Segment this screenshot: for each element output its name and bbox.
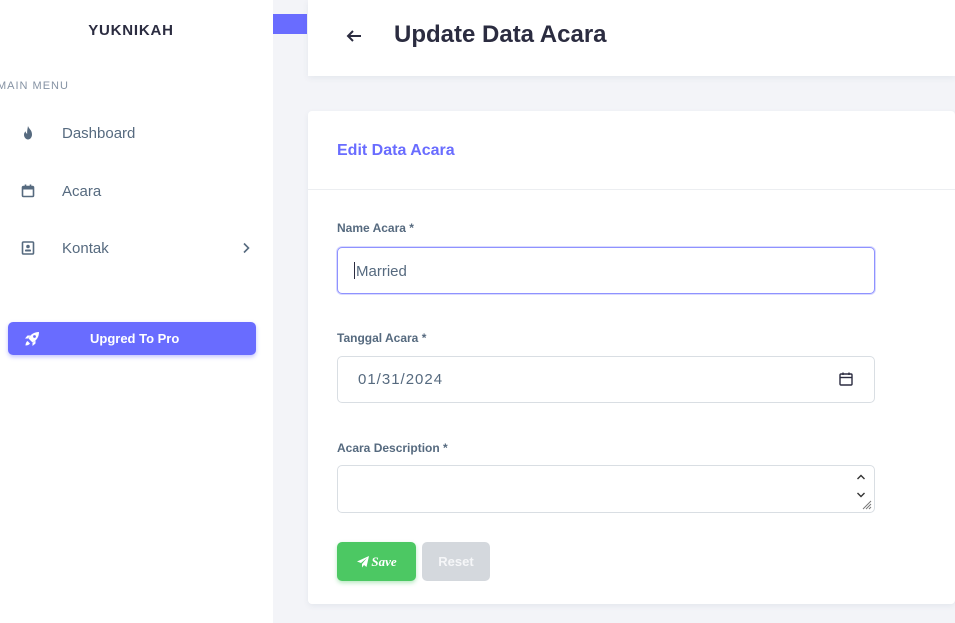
card-title: Edit Data Acara xyxy=(337,142,455,159)
calendar-icon xyxy=(21,184,35,198)
chevron-right-icon xyxy=(243,242,250,254)
sidebar-item-dashboard[interactable]: Dashboard xyxy=(0,113,262,153)
arrow-left-icon[interactable] xyxy=(344,27,364,45)
contact-icon xyxy=(21,241,35,255)
sidebar-item-label: Dashboard xyxy=(62,124,136,142)
brand-logo[interactable]: YUKNIKAH xyxy=(0,22,262,39)
calendar-icon[interactable] xyxy=(838,371,854,387)
upgrade-button[interactable]: Upgred To Pro xyxy=(8,322,256,355)
name-input-value: Married xyxy=(356,263,407,280)
sidebar-item-label: Acara xyxy=(62,182,102,200)
page-title: Update Data Acara xyxy=(394,21,607,48)
edit-form-card: Edit Data Acara Name Acara * Married Tan… xyxy=(308,111,955,604)
page-header: Update Data Acara xyxy=(308,0,955,76)
send-icon xyxy=(357,555,370,567)
fire-icon xyxy=(24,126,32,140)
upgrade-button-label: Upgred To Pro xyxy=(90,331,180,346)
sidebar-item-label: Kontak xyxy=(62,239,109,257)
resize-handle-icon[interactable] xyxy=(862,500,872,510)
date-label: Tanggal Acara * xyxy=(337,331,427,345)
reset-button-label: Reset xyxy=(438,554,474,569)
name-label: Name Acara * xyxy=(337,221,414,235)
scroll-down-icon[interactable] xyxy=(856,491,866,499)
save-button[interactable]: Save xyxy=(337,542,416,581)
text-caret xyxy=(354,262,355,279)
reset-button[interactable]: Reset xyxy=(422,542,490,581)
sidebar-item-acara[interactable]: Acara xyxy=(0,171,262,211)
name-input[interactable]: Married xyxy=(337,247,875,294)
description-label: Acara Description * xyxy=(337,441,448,455)
date-input[interactable]: 01/31/2024 xyxy=(337,356,875,403)
menu-header: MAIN MENU xyxy=(0,80,69,92)
sidebar-item-kontak[interactable]: Kontak xyxy=(0,228,262,268)
scroll-up-icon[interactable] xyxy=(856,473,866,481)
card-divider xyxy=(308,189,955,190)
accent-bar xyxy=(273,14,307,34)
description-textarea[interactable] xyxy=(337,465,875,513)
save-button-label: Save xyxy=(371,553,397,569)
sidebar: YUKNIKAH MAIN MENU Dashboard Acara Konta… xyxy=(0,0,273,623)
rocket-icon xyxy=(25,332,39,346)
date-input-value: 01/31/2024 xyxy=(358,371,444,388)
